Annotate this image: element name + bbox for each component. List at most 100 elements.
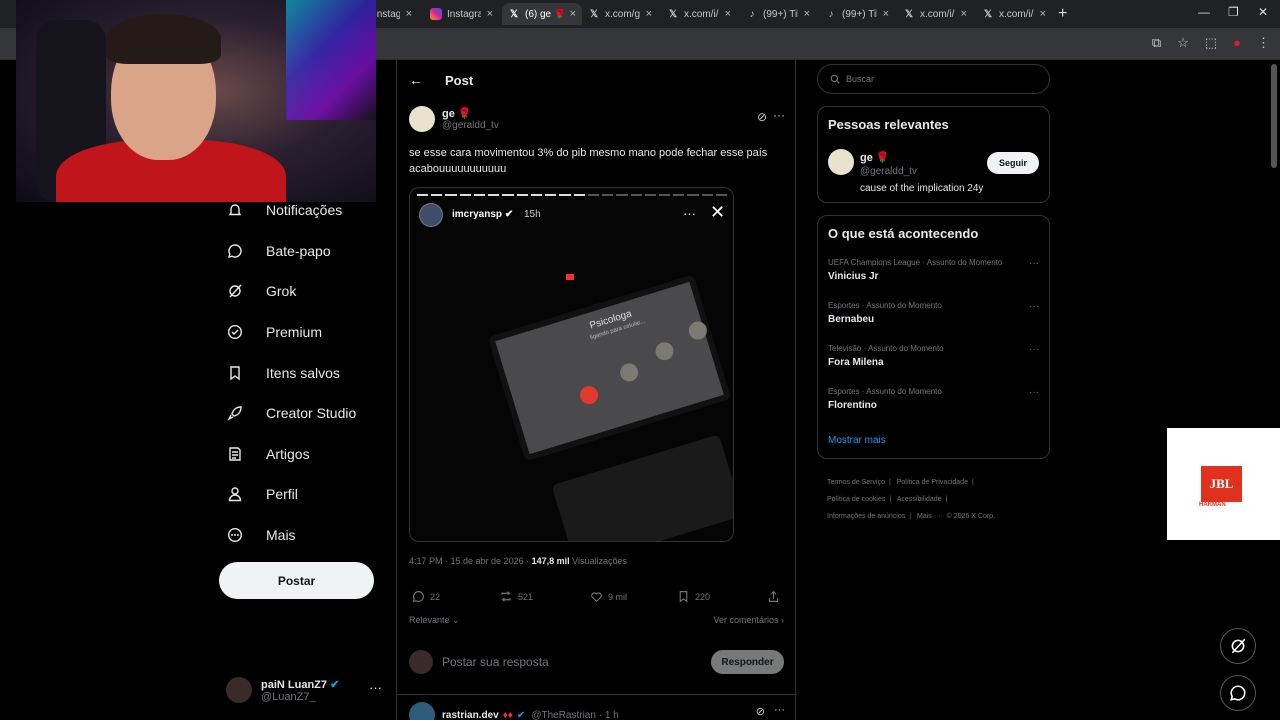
grok-icon[interactable]: ⊘	[756, 705, 765, 718]
avatar[interactable]	[409, 702, 435, 720]
nav-item-chat[interactable]: Bate-papo	[218, 231, 388, 272]
cast-icon[interactable]: ⧉	[1152, 35, 1161, 51]
tab-close-icon[interactable]: ×	[725, 8, 731, 20]
streamer-hair	[106, 14, 221, 64]
view-quotes-link[interactable]: Ver comentários ›	[713, 615, 784, 625]
browser-tab[interactable]: 𝕏 x.com/ge ×	[582, 3, 658, 25]
post-text: se esse cara movimentou 3% do pib mesmo …	[409, 145, 784, 177]
trend-more-icon[interactable]: ···	[1029, 258, 1039, 269]
messages-fab-button[interactable]	[1220, 675, 1256, 711]
reply-input[interactable]: Postar sua resposta	[442, 655, 549, 669]
story-progress-segment	[445, 194, 457, 196]
back-arrow-icon[interactable]: ←	[409, 72, 423, 88]
trend-item[interactable]: Esportes · Assunto do Momento Bernabeu ·…	[828, 301, 1041, 325]
browser-tab[interactable]: ♪ (99+) Tik ×	[740, 3, 816, 25]
x-icon: 𝕏	[509, 8, 519, 20]
tab-close-icon[interactable]: ×	[1040, 8, 1046, 20]
follow-button[interactable]: Seguir	[987, 152, 1039, 174]
nav-item-more[interactable]: Mais	[218, 515, 388, 556]
tab-close-icon[interactable]: ×	[570, 8, 576, 20]
browser-tab-active[interactable]: 𝕏 (6) ge 🌹 ×	[502, 3, 582, 25]
share-action[interactable]	[767, 590, 785, 603]
repost-action[interactable]: 521	[499, 590, 533, 603]
tab-close-icon[interactable]: ×	[961, 8, 967, 20]
more-circle-icon	[226, 526, 244, 544]
grok-fab-button[interactable]	[1220, 628, 1256, 664]
reply-action[interactable]: 22	[412, 590, 440, 603]
tab-close-icon[interactable]: ×	[883, 8, 889, 20]
nav-item-premium[interactable]: Premium	[218, 312, 388, 353]
window-close-button[interactable]: ✕	[1258, 5, 1268, 19]
reply-item[interactable]: rastrian.dev ♦♦ ✔ @TheRastrian · 1 h ⊘ ·…	[409, 702, 787, 720]
tab-close-icon[interactable]: ×	[646, 8, 652, 20]
nav-label: Itens salvos	[266, 364, 340, 381]
post-header: ← Post	[397, 60, 797, 100]
tab-close-icon[interactable]: ×	[406, 8, 412, 20]
story-progress-segment	[516, 194, 528, 196]
nav-item-creator-studio[interactable]: Creator Studio	[218, 393, 388, 434]
story-progress-segment	[559, 194, 571, 196]
chat-icon	[226, 242, 244, 260]
sort-dropdown[interactable]: Relevante ⌄	[409, 615, 460, 626]
grok-icon[interactable]: ⊘	[757, 110, 767, 124]
nav-item-grok[interactable]: Grok	[218, 271, 388, 312]
scrollbar[interactable]	[1271, 64, 1277, 168]
tab-close-icon[interactable]: ×	[804, 8, 810, 20]
trend-item[interactable]: Televisão · Assunto do Momento Fora Mile…	[828, 344, 1041, 368]
footer-link[interactable]: Informações de anúncios	[827, 513, 905, 520]
trend-item[interactable]: Esportes · Assunto do Momento Florentino…	[828, 387, 1041, 411]
browser-tab[interactable]: 𝕏 x.com/i/ ×	[897, 3, 973, 25]
post-button[interactable]: Postar	[219, 562, 374, 599]
browser-tab[interactable]: ♪ (99+) Tik ×	[819, 3, 895, 25]
trend-more-icon[interactable]: ···	[1029, 387, 1039, 398]
relevant-name[interactable]: ge 🌹	[860, 151, 890, 164]
footer-link[interactable]: Política de Privacidade	[897, 479, 968, 486]
post-media[interactable]: imcryansp ✔ 15h ··· ✕ Psicologa ligando …	[409, 187, 734, 542]
author-handle[interactable]: @geraldd_tv	[442, 120, 499, 131]
footer-link[interactable]: Política de cookies	[827, 496, 885, 503]
show-more-link[interactable]: Mostrar mais	[828, 435, 886, 446]
profile-avatar[interactable]: ●	[1233, 35, 1241, 51]
trend-more-icon[interactable]: ···	[1029, 344, 1039, 355]
avatar[interactable]	[409, 106, 435, 132]
post-more-icon[interactable]: ···	[773, 108, 785, 122]
footer-link[interactable]: Termos de Serviço	[827, 479, 885, 486]
relevant-people-panel: Pessoas relevantes ge 🌹 @geraldd_tv caus…	[817, 106, 1050, 203]
avatar[interactable]	[828, 149, 854, 175]
trend-topic: Florentino	[828, 400, 877, 411]
reply-button[interactable]: Responder	[711, 650, 784, 674]
browser-tab[interactable]: 𝕏 x.com/i/ ×	[661, 3, 737, 25]
search-input[interactable]	[846, 74, 1036, 84]
panel-title: O que está acontecendo	[828, 226, 979, 241]
like-action[interactable]: 9 mil	[590, 590, 627, 603]
relevant-handle[interactable]: @geraldd_tv	[860, 166, 917, 177]
browser-tab[interactable]: 𝕏 x.com/i/ ×	[976, 3, 1052, 25]
footer-link[interactable]: Acessibilidade	[897, 496, 942, 503]
nav-item-bookmarks[interactable]: Itens salvos	[218, 352, 388, 393]
nav-item-articles[interactable]: Artigos	[218, 434, 388, 475]
tab-close-icon[interactable]: ×	[487, 8, 493, 20]
divider	[397, 694, 797, 695]
author-name[interactable]: ge 🌹	[442, 107, 499, 120]
trend-more-icon[interactable]: ···	[1029, 301, 1039, 312]
new-tab-button[interactable]: +	[1058, 5, 1067, 23]
trend-item[interactable]: UEFA Champions League · Assunto do Momen…	[828, 258, 1041, 282]
reply-author-name[interactable]: rastrian.dev	[442, 710, 499, 720]
star-icon[interactable]: ☆	[1177, 35, 1189, 51]
reply-more-icon[interactable]: ···	[774, 704, 785, 716]
extensions-icon[interactable]: ⬚	[1205, 35, 1217, 51]
minimize-button[interactable]: —	[1198, 5, 1210, 19]
account-more-icon[interactable]: ···	[369, 680, 382, 695]
search-bar[interactable]	[817, 64, 1050, 94]
nav-item-profile[interactable]: Perfil	[218, 474, 388, 515]
browser-tab[interactable]: Instagram ×	[424, 3, 499, 25]
browser-menu-icon[interactable]: ⋮	[1257, 35, 1270, 51]
maximize-button[interactable]: ❐	[1228, 5, 1239, 19]
account-switcher[interactable]: paiN LuanZ7 ✔ @LuanZ7_ ···	[226, 672, 386, 708]
mute-icon	[617, 361, 641, 384]
story-progress-segment	[488, 194, 500, 196]
trend-category: UEFA Champions League · Assunto do Momen…	[828, 258, 1003, 267]
bookmark-action[interactable]: 220	[677, 590, 710, 603]
footer-link[interactable]: Mais ···	[917, 513, 941, 520]
story-progress-segment	[616, 194, 628, 196]
